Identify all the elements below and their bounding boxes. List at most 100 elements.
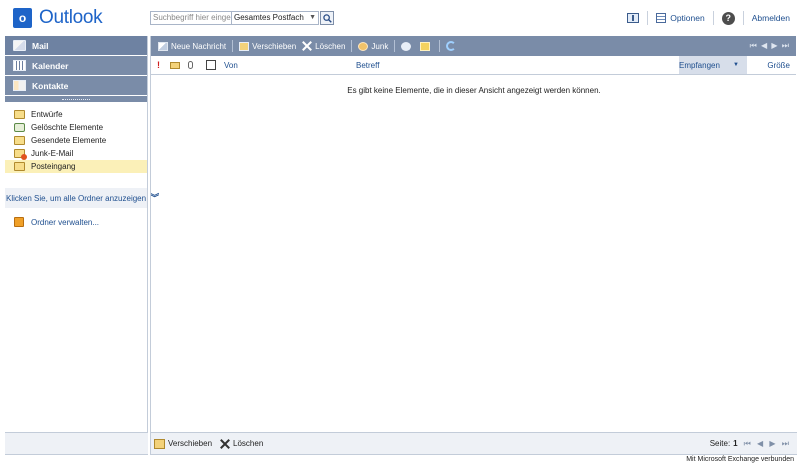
column-received-label: Empfangen	[679, 60, 720, 70]
folder-list: Entwürfe Gelöschte Elemente Gesendete El…	[5, 102, 147, 173]
folder-item-junk[interactable]: Junk-E-Mail	[5, 147, 147, 160]
message-toolbar: Neue Nachricht Verschieben Löschen Junk …	[151, 36, 796, 56]
folder-label: Entwürfe	[31, 110, 63, 119]
delete-x-icon	[220, 439, 230, 449]
folder-label: Gelöschte Elemente	[31, 123, 104, 132]
outlook-logo: o Outlook	[13, 7, 103, 29]
divider	[647, 11, 649, 25]
show-all-folders-link[interactable]: Klicken Sie, um alle Ordner anzuzeigen ︾	[5, 188, 159, 208]
junk-button[interactable]: Junk	[355, 38, 391, 54]
column-header-row: ! Von Betreff Empfangen ▼ Größe	[151, 56, 796, 75]
move-icon	[154, 438, 165, 449]
nav-section-label: Mail	[32, 40, 49, 51]
search-icon	[322, 13, 332, 23]
delete-label: Löschen	[315, 41, 346, 51]
attachment-icon[interactable]	[188, 61, 193, 69]
empty-list-message: Es gibt keine Elemente, die in dieser An…	[347, 86, 601, 95]
move-label: Verschieben	[252, 41, 297, 51]
grip-dots	[62, 98, 90, 100]
sort-descending-icon: ▼	[733, 62, 739, 68]
new-message-button[interactable]: Neue Nachricht	[155, 38, 229, 54]
folder-item-inbox[interactable]: Posteingang	[5, 160, 147, 173]
nav-section-calendar[interactable]: Kalender	[5, 56, 147, 76]
show-all-folders-label: Klicken Sie, um alle Ordner anzuzeigen	[6, 193, 147, 203]
nav-footer	[5, 432, 148, 455]
junk-label: Junk	[371, 41, 389, 51]
manage-folders-label: Ordner verwalten...	[31, 217, 100, 227]
nav-section-contacts[interactable]: Kontakte	[5, 76, 147, 96]
calendar-icon	[13, 60, 26, 71]
refresh-icon	[446, 41, 457, 51]
trash-icon	[14, 123, 25, 132]
page-number: 1	[733, 439, 738, 448]
folder-label: Posteingang	[31, 162, 76, 171]
divider	[439, 40, 441, 52]
divider	[394, 40, 396, 52]
options-label: Optionen	[670, 13, 705, 23]
search-bar: Suchbegriff hier eingeben Gesamtes Postf…	[150, 11, 334, 25]
bottom-pager: Seite: 1 ⏮ ◀ ▶ ⏭	[710, 439, 791, 449]
pager-navigation[interactable]: ⏮ ◀ ▶ ⏭	[744, 439, 791, 449]
move-button[interactable]: Verschieben	[236, 38, 299, 54]
drafts-folder-icon	[14, 110, 25, 119]
column-size[interactable]: Größe	[767, 61, 790, 70]
nav-section-label: Kalender	[32, 60, 69, 71]
move-icon	[239, 41, 250, 51]
top-header: o Outlook Suchbegriff hier eingeben Gesa…	[0, 0, 800, 36]
reply-button[interactable]	[398, 38, 417, 54]
refresh-button[interactable]	[443, 38, 462, 54]
sent-folder-icon	[14, 136, 25, 145]
divider	[742, 11, 744, 25]
importance-icon[interactable]: !	[157, 60, 160, 70]
search-scope-select[interactable]: Gesamtes Postfach ▼	[232, 11, 319, 25]
message-list-footer: Verschieben Löschen Seite: 1 ⏮ ◀ ▶ ⏭	[151, 432, 797, 455]
help-icon[interactable]: ?	[721, 11, 735, 25]
column-from[interactable]: Von	[224, 61, 238, 70]
options-button[interactable]: Optionen	[656, 13, 705, 23]
reply-icon	[401, 41, 412, 51]
new-message-label: Neue Nachricht	[171, 41, 227, 51]
footer-move-label: Verschieben	[168, 439, 213, 448]
column-subject[interactable]: Betreff	[356, 61, 379, 70]
nav-section-label: Kontakte	[32, 80, 69, 91]
divider	[232, 40, 234, 52]
search-input[interactable]: Suchbegriff hier eingeben	[150, 11, 232, 25]
new-message-icon	[158, 41, 168, 51]
app-name: Outlook	[39, 7, 103, 28]
navigation-pane: Mail Kalender Kontakte Entwürfe Gelöscht…	[5, 36, 159, 455]
junk-folder-icon	[14, 149, 27, 160]
contacts-icon	[13, 80, 26, 91]
address-book-icon[interactable]	[627, 13, 640, 23]
page-label: Seite:	[709, 439, 731, 448]
divider	[712, 11, 714, 25]
folder-item-sent[interactable]: Gesendete Elemente	[5, 134, 147, 147]
options-icon	[656, 13, 667, 23]
column-received[interactable]: Empfangen ▼	[679, 56, 747, 74]
footer-delete-label: Löschen	[233, 439, 264, 448]
header-actions: Optionen ? Abmelden	[627, 10, 790, 26]
mail-icon	[13, 40, 26, 51]
inbox-folder-icon	[14, 162, 25, 171]
outlook-logo-icon: o	[13, 8, 37, 28]
folder-label: Gesendete Elemente	[31, 136, 107, 145]
folder-item-deleted[interactable]: Gelöschte Elemente	[5, 121, 147, 134]
delete-button[interactable]: Löschen	[299, 38, 348, 54]
chevron-down-icon: ▼	[309, 14, 316, 21]
select-all-checkbox[interactable]	[206, 60, 216, 70]
delete-x-icon	[302, 41, 312, 51]
footer-move-button[interactable]: Verschieben	[154, 438, 213, 449]
manage-folders-link[interactable]: Ordner verwalten...	[5, 217, 147, 227]
footer-delete-button[interactable]: Löschen	[220, 439, 263, 449]
envelope-icon	[420, 41, 431, 51]
logout-link[interactable]: Abmelden	[752, 13, 790, 23]
message-type-icon[interactable]	[170, 62, 180, 69]
message-list-pane: Neue Nachricht Verschieben Löschen Junk …	[150, 36, 797, 455]
divider	[351, 40, 353, 52]
top-pager[interactable]: ⏮ ◀ ▶ ⏭	[750, 41, 790, 51]
junk-icon	[358, 41, 369, 51]
folder-item-drafts[interactable]: Entwürfe	[5, 108, 147, 121]
search-scope-value: Gesamtes Postfach	[234, 13, 304, 22]
nav-section-mail[interactable]: Mail	[5, 36, 147, 56]
mark-read-button[interactable]	[417, 38, 436, 54]
search-button[interactable]	[320, 11, 334, 25]
